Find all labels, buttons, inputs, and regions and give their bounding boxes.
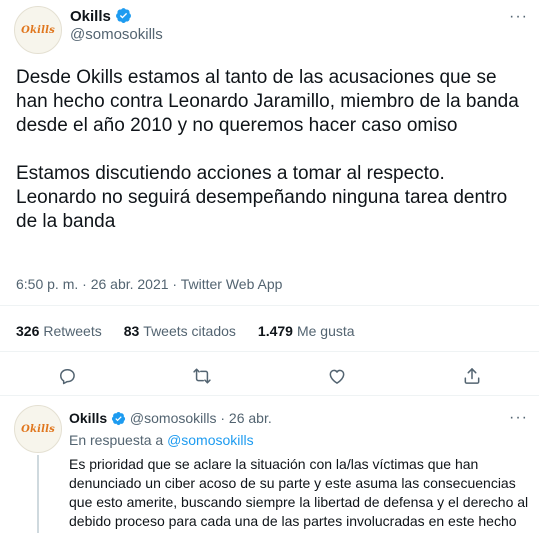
retweets-count: 326 bbox=[16, 323, 40, 339]
reply-display-name[interactable]: Okills bbox=[69, 410, 107, 426]
likes-count: 1.479 bbox=[257, 323, 293, 339]
reply-avatar[interactable]: Okills bbox=[14, 405, 62, 453]
quotes-label: Tweets citados bbox=[143, 323, 236, 339]
retweet-icon[interactable] bbox=[191, 365, 213, 387]
tweet-stats: 326 Retweets 83 Tweets citados 1.479 Me gus… bbox=[16, 323, 355, 339]
quotes-count: 83 bbox=[123, 323, 140, 339]
thread-line bbox=[37, 455, 39, 533]
quotes-stat[interactable]: 83 Tweets citados bbox=[124, 323, 236, 339]
avatar-logo: Okills bbox=[21, 24, 55, 36]
reply-icon[interactable] bbox=[56, 365, 78, 387]
reply-more-options-icon[interactable]: ··· bbox=[509, 410, 528, 426]
divider bbox=[0, 305, 539, 306]
reply-handle-date[interactable]: @somosokills · 26 abr. bbox=[130, 410, 272, 426]
likes-stat[interactable]: 1.479 Me gusta bbox=[258, 323, 355, 339]
author-name-row[interactable]: Okills bbox=[70, 7, 132, 26]
in-reply-mention-link[interactable]: @somosokills bbox=[167, 432, 254, 448]
in-reply-prefix: En respuesta a bbox=[69, 432, 164, 448]
tweet-paragraph: Estamos discutiendo acciones a tomar al … bbox=[16, 163, 508, 232]
in-reply-to: En respuesta a @somosokills bbox=[69, 432, 254, 448]
verified-badge-icon bbox=[111, 411, 126, 426]
tweet-text: Desde Okills estamos al tanto de las acu… bbox=[16, 66, 528, 234]
tweet-timestamp[interactable]: 6:50 p. m. · 26 abr. 2021 · Twitter Web … bbox=[16, 276, 282, 292]
like-icon[interactable] bbox=[326, 365, 348, 387]
avatar-logo: Okills bbox=[21, 423, 55, 435]
retweets-stat[interactable]: 326 Retweets bbox=[16, 323, 102, 339]
avatar[interactable]: Okills bbox=[14, 6, 62, 54]
tweet-actions bbox=[0, 365, 539, 387]
reply-text: Es prioridad que se aclare la situación … bbox=[69, 456, 529, 529]
likes-label: Me gusta bbox=[296, 323, 355, 339]
tweet-paragraph: Desde Okills estamos al tanto de las acu… bbox=[16, 67, 519, 136]
divider bbox=[0, 395, 539, 396]
verified-badge-icon bbox=[116, 8, 132, 23]
reply-author-row: Okills @somosokills · 26 abr. bbox=[69, 410, 272, 426]
retweets-label: Retweets bbox=[43, 323, 102, 339]
divider bbox=[0, 351, 539, 352]
share-icon[interactable] bbox=[461, 365, 483, 387]
more-options-icon[interactable]: ··· bbox=[509, 9, 528, 25]
author-handle[interactable]: @somosokills bbox=[70, 26, 163, 43]
display-name[interactable]: Okills bbox=[70, 8, 111, 25]
